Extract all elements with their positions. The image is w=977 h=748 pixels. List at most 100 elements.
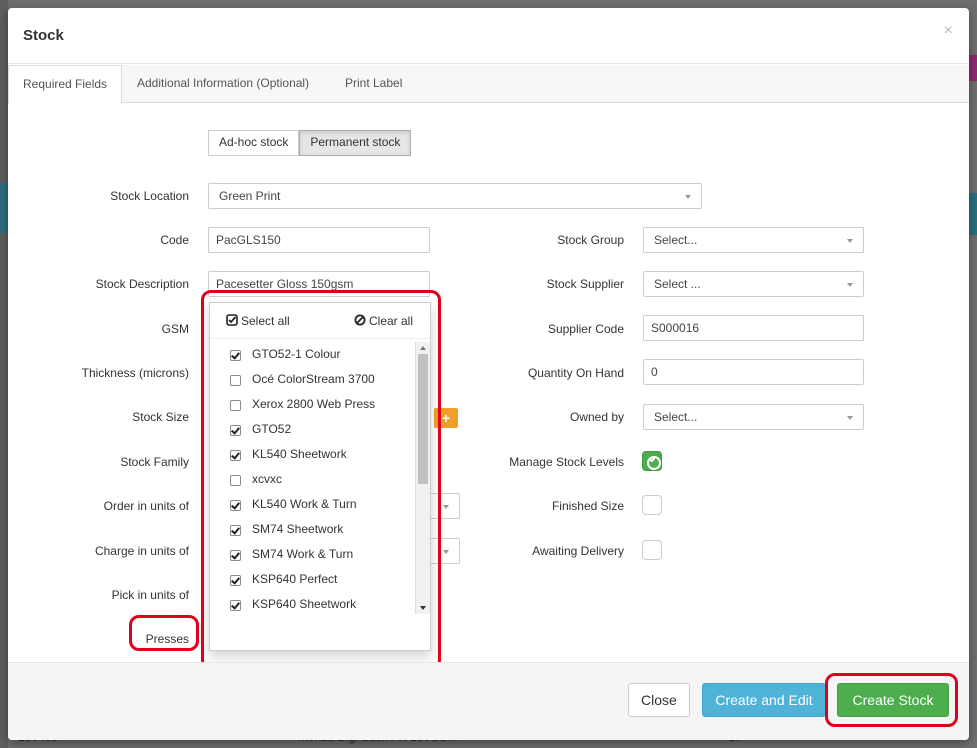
modal-title: Stock: [23, 27, 64, 44]
add-stock-size-button[interactable]: +: [434, 408, 458, 428]
stock-location-value: Green Print: [219, 189, 281, 203]
check-icon: [649, 456, 656, 463]
scroll-up-icon[interactable]: [420, 346, 426, 350]
scroll-down-icon[interactable]: [420, 606, 426, 610]
press-checkbox[interactable]: [230, 525, 241, 536]
chevron-down-icon: [443, 550, 449, 554]
charge-units-label: Charge in units of: [94, 544, 189, 558]
tab-additional-information[interactable]: Additional Information (Optional): [123, 65, 323, 103]
tab-required-fields[interactable]: Required Fields: [8, 65, 123, 104]
press-item[interactable]: SM74 Sheetwork: [210, 517, 430, 542]
press-item[interactable]: SM74 Work & Turn: [210, 542, 430, 567]
owned-by-label: Owned by: [569, 410, 624, 424]
stock-description-label: Stock Description: [95, 277, 189, 291]
stock-group-label: Stock Group: [557, 233, 624, 247]
stock-location-select[interactable]: Green Print: [208, 183, 702, 209]
supplier-code-input[interactable]: [643, 315, 864, 341]
close-icon[interactable]: ×: [944, 22, 953, 40]
stock-family-label: Stock Family: [120, 455, 189, 469]
tab-bar: Required Fields Additional Information (…: [8, 65, 969, 104]
press-label: SM74 Sheetwork: [252, 522, 344, 536]
modal-footer: Close Create and Edit Create Stock: [8, 662, 969, 740]
chevron-down-icon: [847, 416, 853, 420]
background-accent: [0, 183, 8, 233]
adhoc-stock-button[interactable]: Ad-hoc stock: [208, 130, 300, 156]
permanent-stock-button[interactable]: Permanent stock: [299, 130, 412, 156]
finished-size-checkbox[interactable]: [642, 495, 662, 515]
scroll-thumb[interactable]: [418, 354, 428, 484]
stock-location-label: Stock Location: [110, 189, 189, 203]
chevron-down-icon: [685, 195, 691, 199]
clear-all-label: Clear all: [369, 314, 414, 328]
stock-supplier-select[interactable]: Select ...: [643, 271, 864, 297]
stock-description-input[interactable]: [208, 271, 430, 297]
press-checkbox[interactable]: [230, 500, 241, 511]
presses-list[interactable]: GTO52-1 Colour Océ ColorStream 3700 Xerox …: [210, 342, 430, 614]
tab-print-label[interactable]: Print Label: [331, 65, 416, 103]
presses-dropdown: Select all Clear all GTO52-1 Colour Océ C…: [209, 302, 431, 651]
manage-stock-levels-checkbox[interactable]: [642, 451, 662, 471]
quantity-on-hand-input[interactable]: [643, 359, 864, 385]
pick-units-label: Pick in units of: [111, 588, 189, 602]
press-label: KSP640 Sheetwork: [252, 597, 357, 611]
stock-supplier-label: Stock Supplier: [546, 277, 624, 291]
press-item[interactable]: KL540 Sheetwork: [210, 442, 430, 467]
create-stock-button[interactable]: Create Stock: [837, 683, 949, 717]
awaiting-delivery-checkbox[interactable]: [642, 540, 662, 560]
press-checkbox[interactable]: [230, 400, 241, 411]
stock-type-toggle: Ad-hoc stock Permanent stock: [208, 130, 412, 156]
presses-label: Presses: [145, 632, 189, 646]
stock-size-label: Stock Size: [132, 410, 189, 424]
press-label: KL540 Work & Turn: [252, 497, 357, 511]
chevron-down-icon: [847, 239, 853, 243]
press-item[interactable]: GTO52: [210, 417, 430, 442]
close-button[interactable]: Close: [628, 683, 690, 717]
stock-group-value: Select...: [654, 233, 698, 247]
modal-header: Stock ×: [8, 8, 969, 64]
press-item[interactable]: KSP640 Perfect: [210, 567, 430, 592]
order-units-label: Order in units of: [103, 499, 189, 513]
owned-by-value: Select...: [654, 410, 698, 424]
press-label: Océ ColorStream 3700: [252, 372, 375, 386]
press-item[interactable]: xcvxc: [210, 467, 430, 492]
code-input[interactable]: [208, 227, 430, 253]
owned-by-select[interactable]: Select...: [643, 404, 864, 430]
chevron-down-icon: [847, 283, 853, 287]
presses-scrollbar[interactable]: [415, 342, 430, 614]
stock-supplier-value: Select ...: [654, 277, 701, 291]
press-item[interactable]: KL540 Work & Turn: [210, 492, 430, 517]
press-label: GTO52: [252, 422, 292, 436]
background-strip: [0, 0, 8, 748]
stock-group-select[interactable]: Select...: [643, 227, 864, 253]
chevron-down-icon: [443, 505, 449, 509]
quantity-on-hand-label: Quantity On Hand: [527, 366, 624, 380]
clear-all-button[interactable]: Clear all: [354, 314, 413, 328]
press-label: KL540 Sheetwork: [252, 447, 347, 461]
press-label: GTO52-1 Colour: [252, 347, 341, 361]
charge-units-select-edge[interactable]: [428, 538, 460, 564]
press-checkbox[interactable]: [230, 375, 241, 386]
press-label: SM74 Work & Turn: [252, 547, 354, 561]
dropdown-actions: Select all Clear all: [210, 303, 430, 339]
order-units-select-edge[interactable]: [428, 493, 460, 519]
manage-stock-levels-label: Manage Stock Levels: [509, 455, 624, 469]
press-checkbox[interactable]: [230, 425, 241, 436]
press-checkbox[interactable]: [230, 475, 241, 486]
press-checkbox[interactable]: [230, 450, 241, 461]
supplier-code-label: Supplier Code: [547, 322, 624, 336]
press-checkbox[interactable]: [230, 350, 241, 361]
press-item[interactable]: Xerox 2800 Web Press: [210, 392, 430, 417]
code-label: Code: [160, 233, 189, 247]
select-all-button[interactable]: Select all: [226, 314, 290, 328]
press-item[interactable]: GTO52-1 Colour: [210, 342, 430, 367]
thickness-label: Thickness (microns): [81, 366, 189, 380]
finished-size-label: Finished Size: [551, 499, 624, 513]
press-checkbox[interactable]: [230, 550, 241, 561]
press-checkbox[interactable]: [230, 600, 241, 611]
background-accent: [969, 55, 977, 81]
create-and-edit-button[interactable]: Create and Edit: [702, 683, 826, 717]
press-item[interactable]: KSP640 Sheetwork: [210, 592, 430, 614]
press-item[interactable]: Océ ColorStream 3700: [210, 367, 430, 392]
press-label: xcvxc: [252, 472, 282, 486]
press-checkbox[interactable]: [230, 575, 241, 586]
